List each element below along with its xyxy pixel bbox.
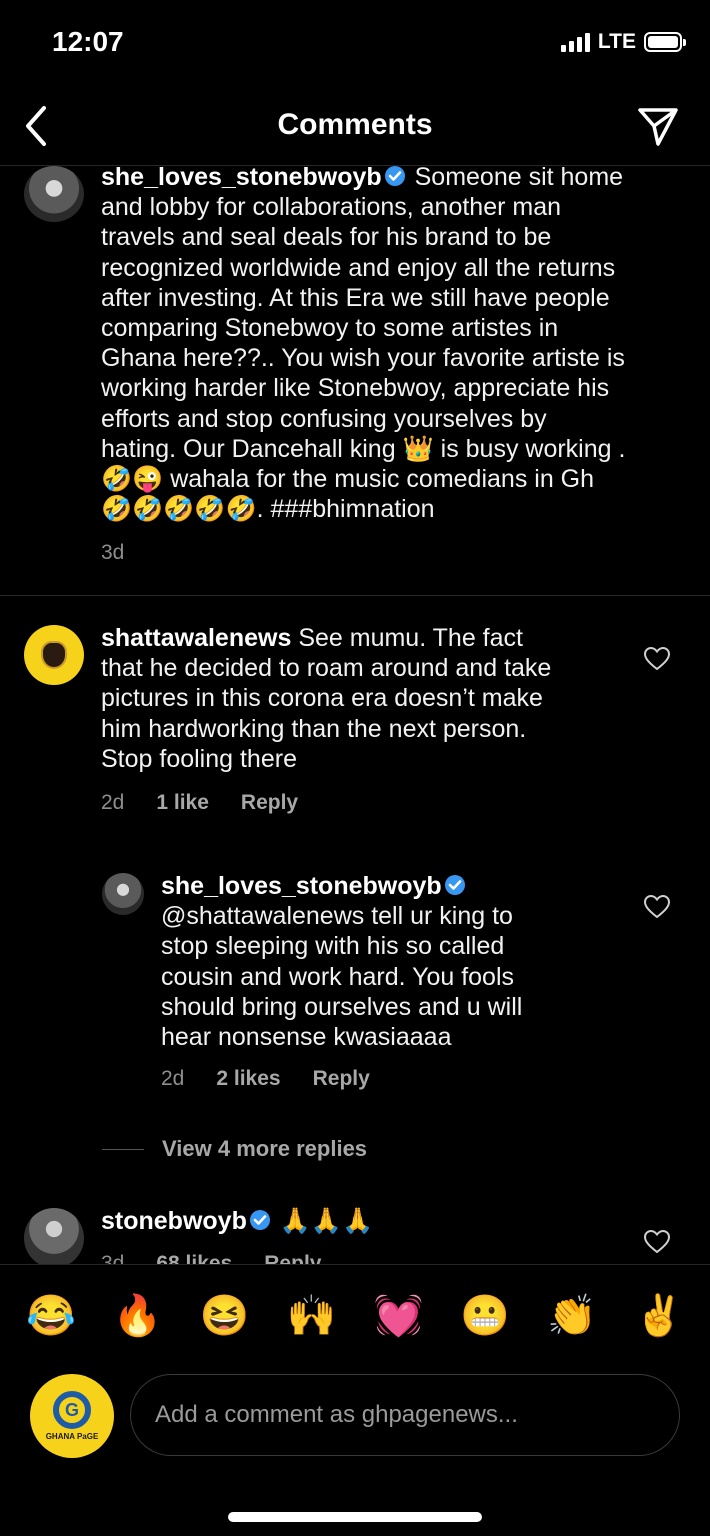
avatar[interactable]: [24, 1208, 84, 1264]
comment-username[interactable]: she_loves_stonebwoyb: [161, 872, 442, 900]
verified-badge-icon: [249, 1210, 270, 1230]
comment-line: working harder like Stonebwoy, appreciat…: [101, 374, 610, 403]
comment-meta: 2d 2 likes Reply: [161, 1067, 370, 1091]
like-heart-icon[interactable]: [644, 895, 670, 919]
status-time: 12:07: [52, 26, 124, 57]
comment-line: Stop fooling there: [101, 744, 297, 773]
avatar-brand-text: GHANA PaGE: [45, 1432, 99, 1441]
comment-item: stonebwoyb 🙏🙏🙏 3d 68 likes Reply: [0, 1204, 710, 1264]
ghana-page-logo-icon: G: [53, 1391, 91, 1429]
reply-button[interactable]: Reply: [313, 1067, 370, 1091]
comment-time: 3d: [101, 541, 125, 564]
nav-bar: Comments: [0, 90, 710, 166]
comment-meta: 2d 1 like Reply: [101, 791, 298, 815]
likes-count[interactable]: 1 like: [156, 791, 209, 815]
comment-line: @shattawalenews tell ur king to: [161, 902, 513, 931]
share-button[interactable]: [636, 104, 680, 148]
emoji-heart-icon[interactable]: 💓: [374, 1296, 424, 1336]
comment-line: should bring ourselves and u will: [161, 992, 523, 1021]
likes-count[interactable]: 68 likes: [156, 1252, 232, 1264]
avatar[interactable]: [24, 166, 84, 222]
emoji-fire-icon[interactable]: 🔥: [113, 1296, 163, 1336]
like-heart-icon[interactable]: [644, 647, 670, 671]
emoji-victory-icon[interactable]: ✌️: [634, 1296, 684, 1336]
view-more-label: View 4 more replies: [162, 1136, 368, 1161]
comment-composer: G GHANA PaGE: [0, 1370, 710, 1464]
comment-username[interactable]: stonebwoyb: [101, 1207, 247, 1235]
comment-username[interactable]: shattawalenews: [101, 624, 291, 652]
comment-input[interactable]: [130, 1374, 680, 1456]
comment-line: travels and seal deals for his brand to …: [101, 223, 552, 252]
verified-badge-icon: [444, 875, 465, 895]
comment-item: she_loves_stonebwoyb Someone sit home an…: [0, 166, 710, 596]
view-more-replies-button[interactable]: View 4 more replies: [102, 1136, 367, 1162]
comment-body: stonebwoyb 🙏🙏🙏: [101, 1206, 621, 1236]
network-label: LTE: [597, 30, 636, 53]
emoji-laughing-icon[interactable]: 😂: [26, 1296, 76, 1336]
comment-time: 3d: [101, 1252, 125, 1264]
comment-line: 🤣😜 wahala for the music comedians in Gh: [101, 465, 595, 494]
comment-body: she_loves_stonebwoyb @shattawalenews tel…: [161, 871, 621, 1052]
comment-line: after investing. At this Era we still ha…: [101, 283, 610, 312]
comment-line: and lobby for collaborations, another ma…: [101, 193, 562, 222]
status-bar: 12:07 LTE: [0, 0, 710, 90]
page-title: Comments: [277, 108, 433, 141]
comment-line: cousin and work hard. You fools: [161, 962, 515, 991]
comment-time: 2d: [101, 791, 125, 814]
reply-item: she_loves_stonebwoyb @shattawalenews tel…: [0, 869, 710, 1099]
reply-button[interactable]: Reply: [264, 1252, 321, 1264]
comment-line: efforts and stop confusing yourselves by: [101, 404, 547, 433]
signal-icon: [560, 32, 590, 52]
comment-line: 🙏🙏🙏: [279, 1207, 374, 1235]
comment-line: Someone sit home: [414, 166, 624, 191]
like-heart-icon[interactable]: [644, 1230, 670, 1254]
my-avatar: G GHANA PaGE: [30, 1374, 114, 1458]
emoji-grimacing-icon[interactable]: 😬: [460, 1296, 510, 1336]
direct-send-icon: [638, 108, 678, 146]
comment-line: pictures in this corona era doesn’t make: [101, 684, 543, 713]
battery-icon: [644, 32, 686, 52]
comment-line: that he decided to roam around and take: [101, 654, 552, 683]
logo-icon: [41, 641, 67, 669]
comment-body: she_loves_stonebwoyb Someone sit home an…: [101, 166, 701, 524]
comment-line: hating. Our Dancehall king 👑 is busy wor…: [101, 434, 626, 463]
emoji-clapping-icon[interactable]: 👏: [547, 1296, 597, 1336]
comments-list[interactable]: she_loves_stonebwoyb Someone sit home an…: [0, 166, 710, 1264]
status-indicators: LTE: [560, 30, 686, 54]
comment-body: shattawalenews See mumu. The fact that h…: [101, 623, 621, 774]
comment-line: recognized worldwide and enjoy all the r…: [101, 253, 616, 282]
divider-line: [102, 1148, 144, 1150]
comment-line: hear nonsense kwasiaaaa: [161, 1023, 452, 1052]
comment-time: 2d: [161, 1067, 185, 1090]
reply-button[interactable]: Reply: [241, 791, 298, 815]
comment-line: comparing Stonebwoy to some artistes in: [101, 314, 559, 343]
comment-line: him hardworking than the next person.: [101, 714, 527, 743]
avatar[interactable]: [24, 625, 84, 685]
emoji-grinning-squint-icon[interactable]: 😆: [200, 1296, 250, 1336]
divider: [0, 595, 710, 596]
comment-meta: 3d 68 likes Reply: [101, 1252, 321, 1264]
comment-line: Ghana here??.. You wish your favorite ar…: [101, 344, 625, 373]
avatar[interactable]: [102, 873, 144, 915]
comment-line: See mumu. The fact: [298, 624, 523, 652]
comment-meta: 3d: [101, 541, 124, 565]
emoji-quick-bar: 😂 🔥 😆 🙌 💓 😬 👏 ✌️: [0, 1264, 710, 1366]
emoji-raised-hands-icon[interactable]: 🙌: [287, 1296, 337, 1336]
comment-item: shattawalenews See mumu. The fact that h…: [0, 621, 710, 841]
comment-line: stop sleeping with his so called: [161, 932, 505, 961]
verified-badge-icon: [384, 166, 405, 186]
home-indicator[interactable]: [228, 1512, 482, 1522]
likes-count[interactable]: 2 likes: [216, 1067, 280, 1091]
comment-line: 🤣🤣🤣🤣🤣. ###bhimnation: [101, 495, 435, 524]
comment-username[interactable]: she_loves_stonebwoyb: [101, 166, 382, 191]
